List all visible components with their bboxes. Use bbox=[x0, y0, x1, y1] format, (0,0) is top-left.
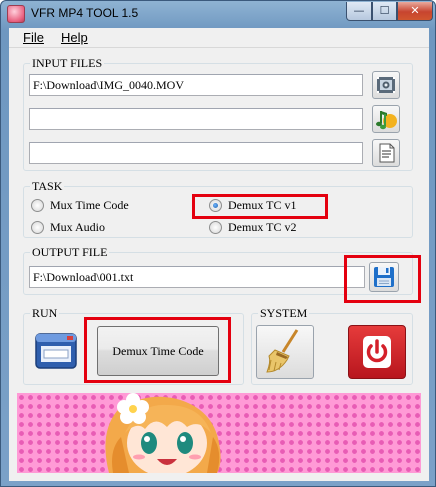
output-file-label: OUTPUT FILE bbox=[30, 245, 110, 260]
radio-mux-audio[interactable]: Mux Audio bbox=[31, 220, 105, 235]
text-file-icon bbox=[379, 143, 395, 163]
video-file-icon bbox=[377, 77, 395, 93]
output-file-field[interactable]: F:\Download\001.txt bbox=[29, 266, 365, 288]
minimize-button[interactable]: — bbox=[346, 2, 372, 21]
title-bar[interactable]: VFR MP4 TOOL 1.5 — ☐ ✕ bbox=[1, 1, 435, 27]
text-browse-button[interactable] bbox=[372, 139, 400, 167]
audio-browse-button[interactable] bbox=[372, 105, 400, 133]
window-app-icon bbox=[35, 333, 77, 369]
window-title: VFR MP4 TOOL 1.5 bbox=[31, 6, 139, 20]
app-logo-icon bbox=[7, 5, 25, 23]
radio-indicator bbox=[31, 221, 44, 234]
radio-mux-time-code[interactable]: Mux Time Code bbox=[31, 198, 129, 213]
audio-file-icon bbox=[376, 111, 397, 130]
highlight-box-task bbox=[192, 194, 328, 219]
clean-button[interactable] bbox=[256, 325, 314, 379]
radio-indicator bbox=[209, 221, 222, 234]
radio-label: Mux Time Code bbox=[50, 198, 129, 212]
highlight-box-run bbox=[84, 317, 231, 383]
run-app-button[interactable] bbox=[33, 329, 81, 373]
highlight-box-save bbox=[344, 255, 421, 303]
broom-icon bbox=[266, 329, 299, 373]
video-browse-button[interactable] bbox=[372, 71, 400, 99]
power-button[interactable] bbox=[348, 325, 406, 379]
menu-bar: File Help bbox=[9, 28, 429, 48]
anime-banner-image bbox=[17, 393, 421, 473]
system-label: SYSTEM bbox=[258, 306, 310, 321]
run-label: RUN bbox=[30, 306, 60, 321]
radio-label: Demux TC v2 bbox=[228, 220, 297, 234]
radio-demux-tc-v2[interactable]: Demux TC v2 bbox=[209, 220, 296, 235]
audio-input-field[interactable] bbox=[29, 108, 363, 130]
text-input-field[interactable] bbox=[29, 142, 363, 164]
video-input-field[interactable]: F:\Download\IMG_0040.MOV bbox=[29, 74, 363, 96]
power-icon bbox=[363, 336, 391, 368]
radio-indicator bbox=[31, 199, 44, 212]
close-button[interactable]: ✕ bbox=[397, 2, 433, 21]
maximize-button[interactable]: ☐ bbox=[372, 2, 397, 21]
anime-character-illustration bbox=[105, 393, 221, 473]
task-label: TASK bbox=[30, 179, 65, 194]
radio-label: Mux Audio bbox=[50, 220, 106, 234]
menu-file[interactable]: File bbox=[23, 30, 44, 45]
menu-help[interactable]: Help bbox=[61, 30, 88, 45]
input-files-label: INPUT FILES bbox=[30, 56, 105, 71]
client-area: File Help INPUT FILES F:\Download\IMG_00… bbox=[9, 28, 429, 481]
app-window: VFR MP4 TOOL 1.5 — ☐ ✕ File Help INPUT F… bbox=[0, 0, 436, 487]
